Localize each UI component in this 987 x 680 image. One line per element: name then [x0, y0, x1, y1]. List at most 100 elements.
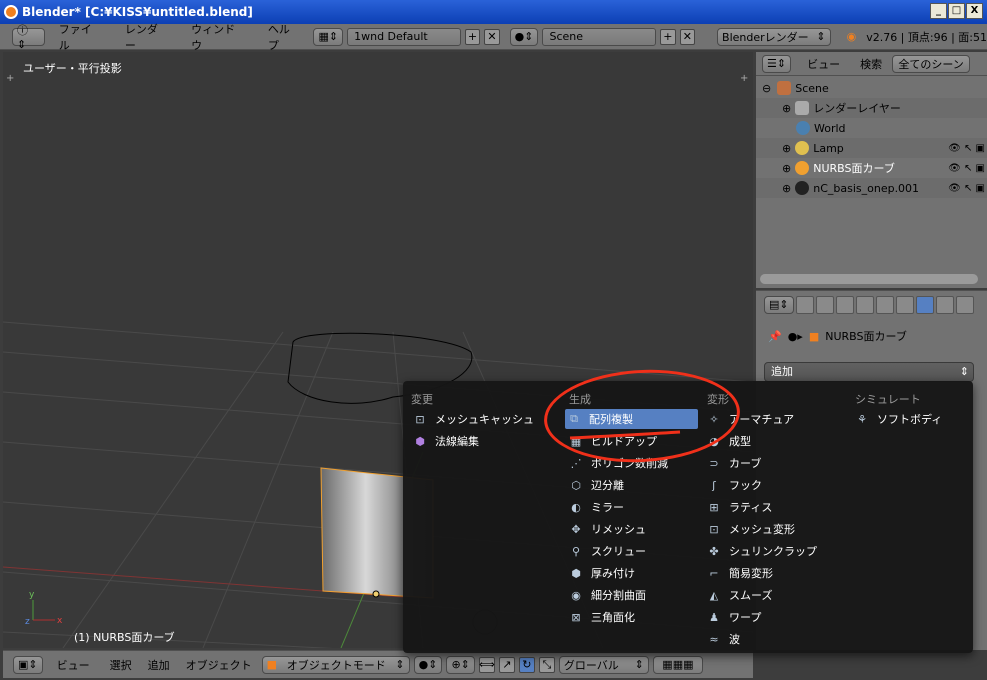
- properties-header: ▤⇕: [756, 290, 987, 318]
- outliner-search-menu[interactable]: 検索: [856, 56, 886, 72]
- pivot-select[interactable]: ⊕⇕: [446, 655, 475, 674]
- menu-item-smooth[interactable]: ◭ スムーズ: [705, 585, 773, 605]
- menu-item-remesh[interactable]: ✥ リメッシュ: [567, 519, 646, 539]
- world-tab-icon[interactable]: [855, 295, 874, 314]
- add-layout-button[interactable]: +: [464, 28, 481, 45]
- minimize-button[interactable]: _: [930, 3, 947, 19]
- menu-item-mirror[interactable]: ◐ ミラー: [567, 497, 624, 517]
- object-mode-icon: ■: [266, 658, 278, 671]
- maximize-button[interactable]: □: [948, 3, 965, 19]
- menu-item-triangulate[interactable]: ⊠ 三角面化: [567, 607, 635, 627]
- menu-item-curve[interactable]: ⊃ カーブ: [705, 453, 761, 473]
- modifiers-tab-icon[interactable]: [915, 295, 934, 314]
- menu-render[interactable]: レンダー: [115, 21, 177, 53]
- menu-item-warp[interactable]: ♟ ワープ: [705, 607, 761, 627]
- subdivision-icon: ◉: [571, 588, 581, 602]
- menu-window[interactable]: ウィンドウ: [181, 21, 254, 53]
- material-tab-icon[interactable]: [955, 295, 974, 314]
- add-modifier-button[interactable]: 追加 ⇕: [764, 362, 974, 382]
- outliner-row-nc-basis[interactable]: ⊕ nC_basis_onep.001 👁 ↖ ▣: [756, 178, 987, 198]
- expand-icon[interactable]: ⊕: [782, 142, 791, 155]
- menu-item-array[interactable]: ⧉ 配列複製: [565, 409, 698, 429]
- outliner-row-scene[interactable]: ⊖ Scene: [756, 78, 987, 98]
- curve-object-icon: [795, 181, 810, 195]
- scale-icon[interactable]: ⤡: [538, 656, 555, 673]
- menu-file[interactable]: ファイル: [49, 21, 111, 53]
- row-visibility-controls[interactable]: 👁 ↖ ▣: [948, 183, 985, 194]
- menu-item-cast[interactable]: ◕ 成型: [705, 431, 751, 451]
- manipulator-toggle[interactable]: ⟺: [478, 656, 495, 673]
- render-layer-icon: [795, 101, 810, 115]
- menu-item-solidify[interactable]: ⬢ 厚み付け: [567, 563, 635, 583]
- outliner-scrollbar[interactable]: [760, 274, 978, 284]
- info-header: ⓘ ⇕ ファイル レンダー ウィンドウ ヘルプ ▦⇕ 1wnd Default …: [0, 21, 987, 53]
- layers-grid[interactable]: ▦▦▦: [652, 655, 703, 674]
- menu-item-hook[interactable]: ʃ フック: [705, 475, 762, 495]
- close-button[interactable]: X: [966, 3, 983, 19]
- menu-item-armature[interactable]: ✧ アーマチュア: [705, 409, 794, 429]
- menu-item-lattice[interactable]: ⊞ ラティス: [705, 497, 772, 517]
- editor-type-info-icon[interactable]: ⓘ ⇕: [12, 24, 45, 51]
- scene-field[interactable]: Scene: [542, 27, 657, 46]
- lamp-icon: [795, 141, 810, 155]
- screen-layout-icon[interactable]: ▦⇕: [313, 27, 344, 46]
- add-scene-button[interactable]: +: [660, 28, 676, 45]
- scene-icon[interactable]: ●⇕: [509, 27, 539, 46]
- menu-item-edge-split[interactable]: ⬡ 辺分離: [567, 475, 624, 495]
- editor-type-3d-icon[interactable]: ▣⇕: [13, 655, 43, 674]
- menu-header-deform: 変形: [707, 393, 729, 406]
- mode-label: オブジェクトモード: [286, 658, 386, 672]
- outliner-row-lamp[interactable]: ⊕ Lamp 👁 ↖ ▣: [756, 138, 987, 158]
- render-tab-icon[interactable]: [795, 295, 814, 314]
- editor-type-properties-icon[interactable]: ▤⇕: [764, 295, 794, 314]
- pin-icon[interactable]: 📌: [768, 330, 782, 343]
- properties-breadcrumb: 📌 ●▸ ■ NURBS面カーブ: [768, 328, 907, 344]
- outliner-row-renderlayer[interactable]: ⊕ レンダーレイヤー: [756, 98, 987, 118]
- menu-item-build[interactable]: ▦ ビルドアップ: [567, 431, 657, 451]
- menu-object[interactable]: オブジェクト: [180, 657, 258, 673]
- menu-add[interactable]: 追加: [142, 657, 176, 673]
- mode-select[interactable]: ■ オブジェクトモード ⇕: [261, 655, 410, 674]
- menu-item-wave[interactable]: ≈ 波: [705, 629, 740, 649]
- object-tab-icon[interactable]: [875, 295, 894, 314]
- render-layer-tab-icon[interactable]: [815, 295, 834, 314]
- outliner-row-world[interactable]: World: [756, 118, 987, 138]
- render-engine-select[interactable]: Blenderレンダー ⇕: [717, 27, 831, 46]
- translate-icon[interactable]: ↗: [498, 656, 515, 673]
- remove-scene-button[interactable]: ✕: [679, 28, 696, 45]
- editor-type-outliner-icon[interactable]: ☰⇕: [762, 54, 792, 73]
- menu-item-normal-edit[interactable]: ⬢ 法線編集: [411, 431, 479, 451]
- orientation-select[interactable]: グローバル ⇕: [558, 655, 649, 674]
- outliner-filter-select[interactable]: 全てのシーン: [892, 54, 971, 73]
- collapse-icon[interactable]: ⊖: [762, 82, 771, 95]
- shrinkwrap-icon: ✤: [709, 544, 719, 558]
- scene-tab-icon[interactable]: [835, 295, 854, 314]
- rotate-icon[interactable]: ↻: [518, 656, 535, 673]
- menu-item-simple-deform[interactable]: ⌐ 簡易変形: [705, 563, 773, 583]
- menu-help[interactable]: ヘルプ: [258, 21, 310, 53]
- blender-logo-icon: [4, 5, 18, 19]
- outliner-row-nurbs[interactable]: ⊕ NURBS面カーブ 👁 ↖ ▣: [756, 158, 987, 178]
- expand-icon[interactable]: ⊕: [782, 162, 791, 175]
- screen-layout-field[interactable]: 1wnd Default: [347, 27, 461, 46]
- data-tab-icon[interactable]: [935, 295, 954, 314]
- expand-icon[interactable]: ⊕: [782, 182, 791, 195]
- row-visibility-controls[interactable]: 👁 ↖ ▣: [948, 143, 985, 154]
- menu-item-shrinkwrap[interactable]: ✤ シュリンクラップ: [705, 541, 817, 561]
- menu-item-decimate[interactable]: ⋰ ポリゴン数削減: [567, 453, 669, 473]
- menu-item-mesh-deform[interactable]: ⊡ メッシュ変形: [705, 519, 795, 539]
- row-visibility-controls[interactable]: 👁 ↖ ▣: [948, 163, 985, 174]
- constraints-tab-icon[interactable]: [895, 295, 914, 314]
- menu-item-screw[interactable]: ⚲ スクリュー: [567, 541, 646, 561]
- menu-item-soft-body[interactable]: ⚘ ソフトボディ: [853, 409, 942, 429]
- menu-item-mesh-cache[interactable]: ⊡ メッシュキャッシュ: [411, 409, 534, 429]
- remove-layout-button[interactable]: ✕: [484, 28, 500, 45]
- menu-view[interactable]: ビュー: [47, 657, 100, 673]
- expand-icon[interactable]: ⊕: [782, 102, 791, 115]
- outliner-view-menu[interactable]: ビュー: [797, 56, 850, 72]
- menu-item-subdivision[interactable]: ◉ 細分割曲面: [567, 585, 646, 605]
- menu-select[interactable]: 選択: [104, 657, 138, 673]
- shading-select[interactable]: ●⇕: [413, 655, 443, 674]
- window-controls: _ □ X: [930, 3, 983, 19]
- object-origin: [372, 590, 380, 598]
